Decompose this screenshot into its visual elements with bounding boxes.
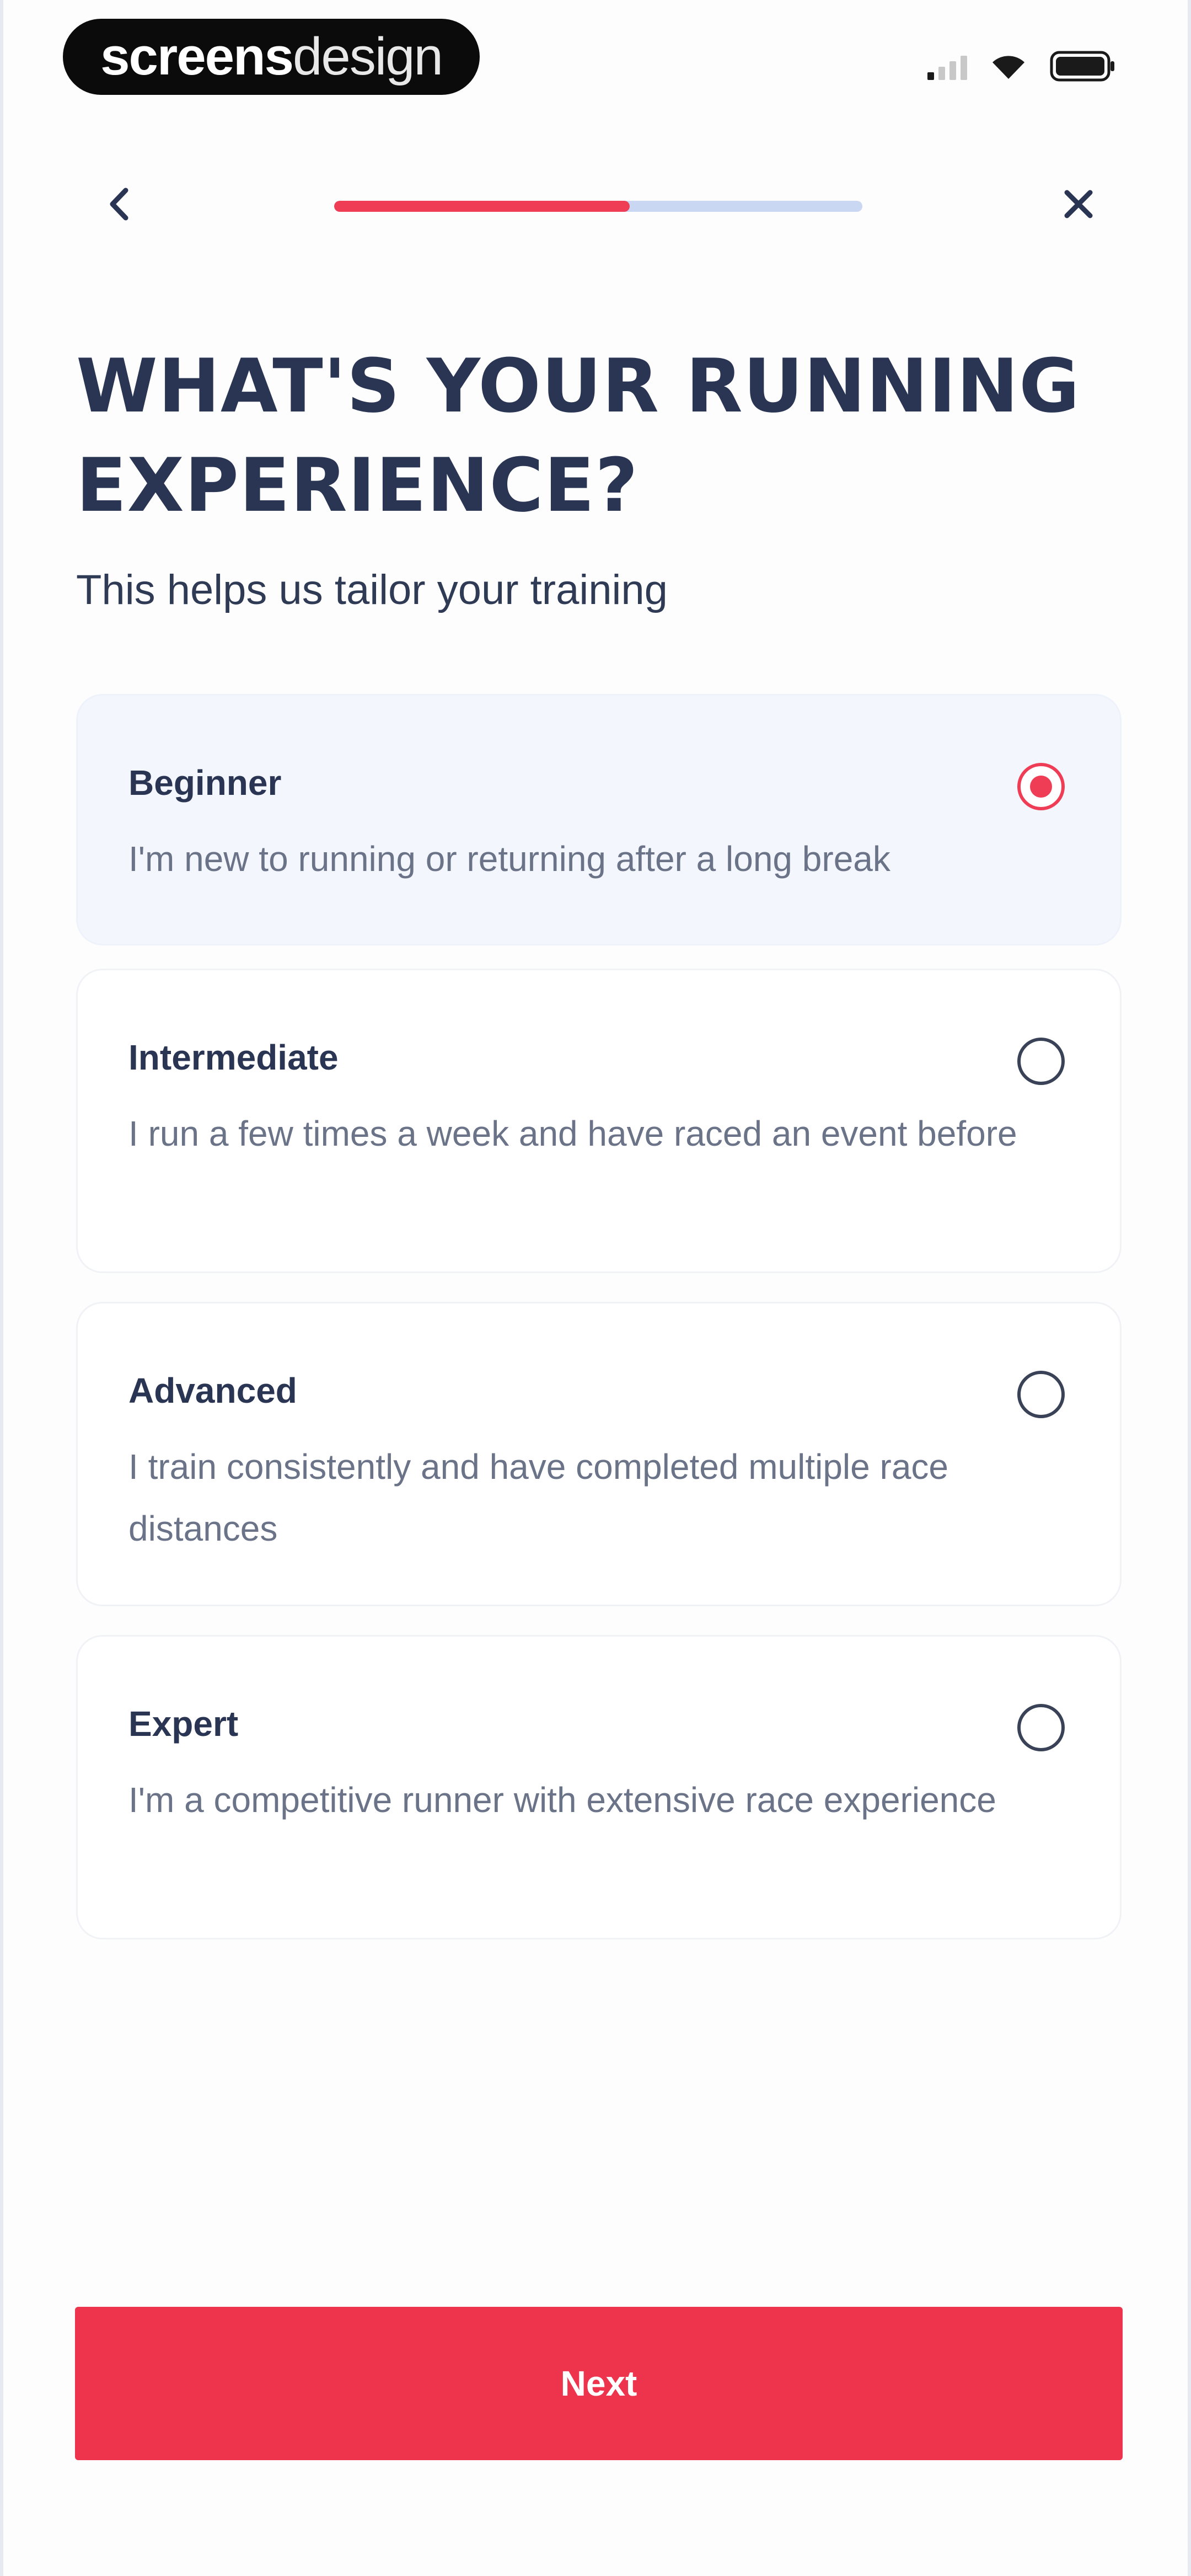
option-intermediate[interactable]: Intermediate I run a few times a week an… [76, 969, 1122, 1273]
chevron-left-icon [110, 188, 128, 221]
radio-button[interactable] [1017, 1371, 1065, 1418]
option-title: Beginner [128, 763, 282, 803]
radio-button[interactable] [1017, 1704, 1065, 1751]
radio-dot [1030, 776, 1052, 798]
option-title: Advanced [128, 1371, 297, 1410]
back-button[interactable] [92, 177, 147, 232]
option-description: I train consistently and have completed … [128, 1447, 948, 1548]
option-description: I'm new to running or returning after a … [128, 839, 890, 879]
radio-button[interactable] [1017, 1038, 1065, 1085]
option-advanced[interactable]: Advanced I train consistently and have c… [76, 1302, 1122, 1606]
watermark-bold-text: screens [100, 27, 294, 86]
close-icon [1064, 190, 1093, 218]
page-subtitle: This helps us tailor your training [76, 566, 668, 613]
next-button[interactable]: Next [75, 2307, 1123, 2460]
radio-button-selected[interactable] [1017, 763, 1065, 810]
option-description: I'm a competitive runner with extensive … [128, 1780, 996, 1820]
close-button[interactable] [1051, 177, 1106, 232]
wifi-icon [990, 52, 1027, 80]
option-description: I run a few times a week and have raced … [128, 1114, 1017, 1153]
option-beginner[interactable]: Beginner I'm new to running or returning… [76, 694, 1122, 945]
option-expert[interactable]: Expert I'm a competitive runner with ext… [76, 1635, 1122, 1939]
watermark-light-text: design [293, 27, 443, 86]
option-title: Expert [128, 1704, 239, 1744]
app-screen: screens design WHAT'S YOUR RUNNING EXPER… [0, 0, 1191, 2576]
page-title: WHAT'S YOUR RUNNING EXPERIENCE? [76, 343, 1080, 528]
watermark-logo: screens design [63, 19, 480, 95]
option-title: Intermediate [128, 1038, 339, 1077]
status-icons [927, 50, 1116, 83]
cellular-signal-icon [927, 52, 967, 80]
battery-icon [1050, 51, 1116, 82]
onboarding-progress-bar [334, 201, 862, 212]
progress-fill [334, 201, 630, 212]
